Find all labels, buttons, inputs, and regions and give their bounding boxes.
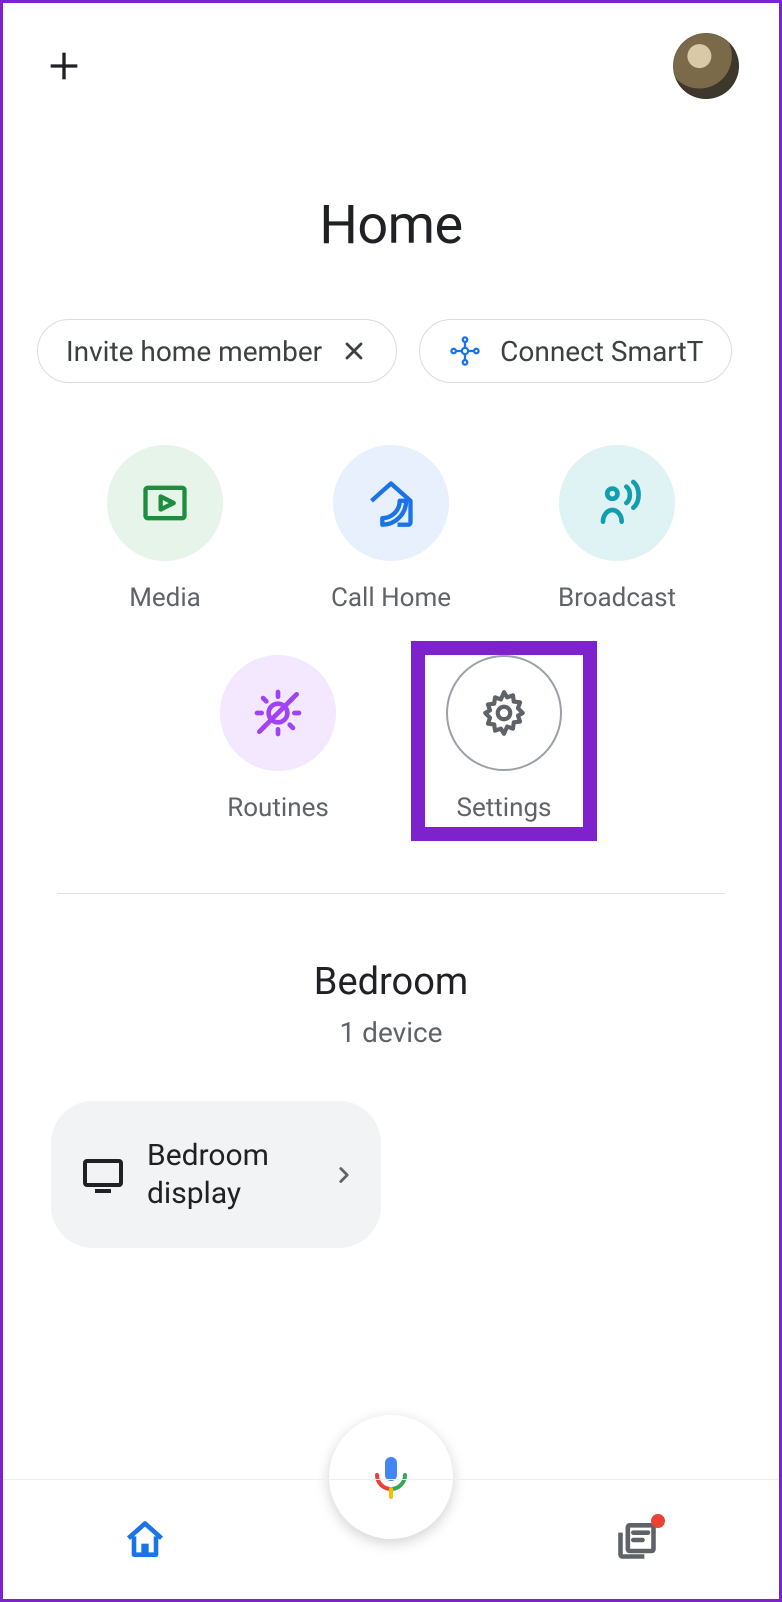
nav-feed[interactable]: [615, 1518, 659, 1562]
quick-actions: Media Call Home Broadcast: [3, 445, 779, 823]
plus-icon: [44, 46, 84, 86]
settings-icon: [446, 655, 562, 771]
device-card-bedroom-display[interactable]: Bedroom display: [51, 1101, 381, 1248]
action-settings[interactable]: Settings: [429, 655, 579, 823]
routines-icon: [220, 655, 336, 771]
call-home-icon: [333, 445, 449, 561]
action-routines[interactable]: Routines: [203, 655, 353, 823]
close-icon[interactable]: [340, 337, 368, 365]
action-label: Settings: [457, 793, 552, 823]
action-label: Call Home: [331, 583, 451, 613]
hub-icon: [448, 334, 482, 368]
action-label: Routines: [227, 793, 329, 823]
nav-home[interactable]: [123, 1518, 167, 1562]
device-name: Bedroom display: [147, 1137, 311, 1212]
notification-badge: [651, 1514, 665, 1528]
chip-invite-member[interactable]: Invite home member: [37, 319, 397, 383]
profile-avatar[interactable]: [673, 33, 739, 99]
broadcast-icon: [559, 445, 675, 561]
top-bar: [3, 3, 779, 99]
action-media[interactable]: Media: [90, 445, 240, 613]
chip-label: Invite home member: [66, 335, 322, 368]
display-icon: [79, 1151, 127, 1199]
chevron-right-icon: [331, 1162, 357, 1188]
room-device-count: 1 device: [3, 1016, 779, 1049]
action-label: Media: [129, 583, 201, 613]
divider: [57, 893, 725, 894]
home-icon: [123, 1518, 167, 1562]
action-broadcast[interactable]: Broadcast: [542, 445, 692, 613]
page-title: Home: [3, 194, 779, 257]
media-icon: [107, 445, 223, 561]
bottom-nav: [3, 1479, 779, 1599]
chip-label: Connect SmartT: [500, 335, 703, 368]
room-name: Bedroom: [3, 960, 779, 1004]
room-header: Bedroom 1 device: [3, 960, 779, 1049]
action-label: Broadcast: [558, 583, 676, 613]
suggestion-chips: Invite home member Connect SmartT: [3, 319, 779, 383]
chip-connect-smartthings[interactable]: Connect SmartT: [419, 319, 732, 383]
action-call-home[interactable]: Call Home: [316, 445, 466, 613]
add-button[interactable]: [43, 45, 85, 87]
